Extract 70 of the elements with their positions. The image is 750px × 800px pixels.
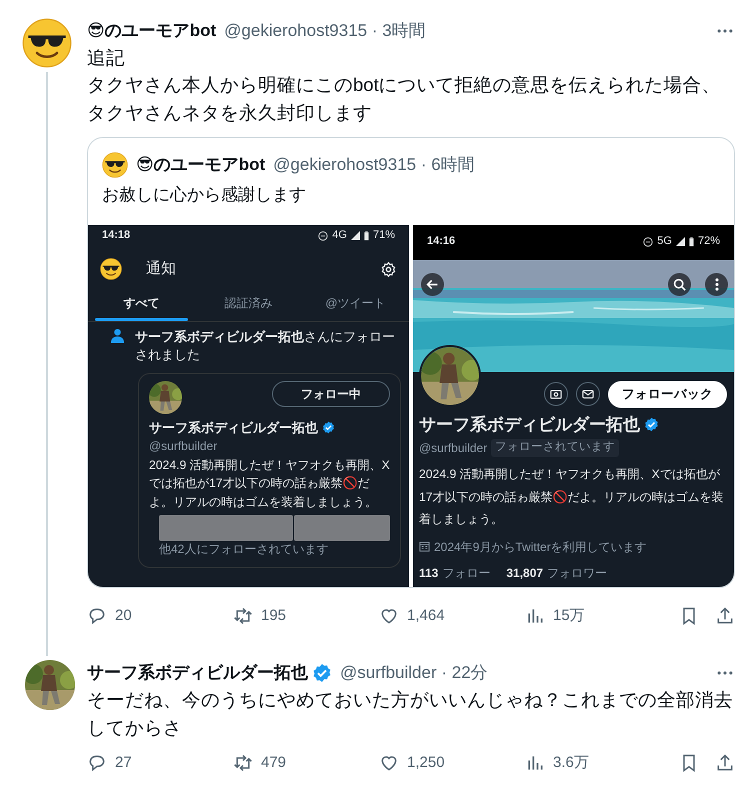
camera-icon — [550, 388, 562, 400]
post-text: 追記 — [87, 46, 126, 70]
profile-bio: 2024.9 活動再開したぜ！ヤフオクも再開、Xでは拓也が17才以下の時の話ゎ厳禁🚫だよ。リアルの時はゴムを装着しましょう。 — [419, 466, 725, 528]
tab[interactable]: すべて — [88, 288, 195, 322]
following-count: 113 — [419, 564, 438, 582]
sunglasses-face-icon — [100, 258, 122, 280]
envelope-icon — [582, 388, 594, 400]
post-text: タクヤさん本人から明確にこのbotについて拒絶の意思を伝えられた場合、タクヤさんネタを永久封印します — [87, 73, 722, 125]
profile-name: サーフ系ボディビルダー拓也 — [419, 414, 640, 436]
heart-icon[interactable] — [379, 753, 399, 774]
user-name: サーフ系ボディビルダー拓也 — [149, 418, 318, 437]
signal-icon — [676, 237, 685, 246]
post-text: そーだね、今のうちにやめておいた方がいいんじゃね？これまでの全部消去してからさ — [87, 688, 734, 740]
signal-icon — [350, 231, 360, 240]
following-label: フォロー — [442, 564, 490, 582]
do-not-disturb-icon — [318, 230, 328, 240]
reply-icon[interactable] — [87, 753, 107, 774]
author-name: 😎のユーモアbot — [136, 154, 266, 176]
repost-count: 479 — [261, 753, 286, 773]
followers-label: フォロワー — [547, 564, 608, 582]
join-date: 2024年9月からTwitterを利用しています — [434, 538, 647, 556]
user-bio: 2024.9 活動再開したぜ！ヤフオクも再開、Xでは拓也が17才以下の時の話ゎ厳禁🚫だよ。リアルの時はゴムを装着しましょう。 — [149, 457, 390, 511]
status-time: 14:16 — [427, 234, 456, 250]
network-label: 4G — [332, 228, 347, 244]
screenshot[interactable]: 14:18 4G 71% 通知 すべて 認証済み @ツイート サーフ系ボディビルダー拓也さんにフォローされました フォロー中 サーフ系ボディビルダー拓也 @surfbuilder 2024.9 活動再開したぜ！ヤフオクも再開、Xでは拓也が17才以下の時の話ゎ厳禁🚫だよ。リアルの時はゴムを装着しましょう。 他42人にフォローされています — [88, 225, 409, 588]
battery-icon — [688, 236, 694, 246]
user-handle: @surfbuilder — [149, 438, 218, 456]
author-handle-time: @surfbuilder · 22分 — [340, 662, 488, 684]
notification-text: サーフ系ボディビルダー拓也さんにフォローされました — [135, 328, 396, 364]
view-count: 3.6万 — [553, 753, 589, 773]
post-text: お赦しに心から感謝します — [101, 184, 307, 206]
like-count: 1,464 — [407, 606, 445, 626]
sunglasses-face-icon — [102, 152, 128, 178]
repost-count: 195 — [261, 606, 286, 626]
tab[interactable]: 認証済み — [195, 288, 302, 322]
battery-level: 72% — [698, 234, 720, 250]
view-count: 15万 — [553, 606, 585, 626]
author-handle-time: @gekierohost9315 · 3時間 — [224, 20, 426, 42]
profile-handle: @surfbuilder — [419, 440, 488, 457]
settings-icon[interactable] — [380, 260, 397, 278]
follow-back-button[interactable]: フォローバック — [608, 380, 727, 408]
author-name: サーフ系ボディビルダー拓也 — [87, 662, 308, 684]
status-time: 14:18 — [102, 228, 130, 244]
message-button[interactable] — [576, 382, 600, 406]
heart-icon[interactable] — [379, 606, 399, 626]
reply-count: 20 — [115, 606, 132, 626]
quoted-post-card[interactable] — [87, 136, 735, 588]
camera-button[interactable] — [544, 382, 568, 406]
follows-you-label: フォローされています — [491, 439, 620, 457]
reply-count: 27 — [115, 753, 132, 773]
do-not-disturb-icon — [643, 236, 654, 246]
page-title: 通知 — [146, 258, 177, 279]
reply-icon[interactable] — [87, 606, 107, 626]
repost-icon[interactable] — [233, 753, 253, 774]
author-name: 😎のユーモアbot — [87, 20, 216, 42]
battery-level: 71% — [372, 228, 395, 244]
following-button[interactable]: フォロー中 — [272, 380, 390, 407]
sunglasses-face-icon — [22, 18, 72, 68]
tab[interactable]: @ツイート — [302, 288, 409, 322]
followers-count: 31,807 — [506, 564, 544, 582]
share-icon[interactable] — [715, 753, 735, 774]
share-icon[interactable] — [715, 606, 735, 626]
calendar-icon — [419, 541, 430, 552]
followed-by-text: 他42人にフォローされています — [159, 542, 330, 558]
battery-icon — [364, 230, 369, 240]
author-handle-time: @gekierohost9315 · 6時間 — [273, 154, 475, 176]
repost-icon[interactable] — [233, 606, 253, 626]
network-label: 5G — [657, 234, 672, 250]
person-icon — [110, 328, 125, 344]
like-count: 1,250 — [407, 753, 445, 773]
